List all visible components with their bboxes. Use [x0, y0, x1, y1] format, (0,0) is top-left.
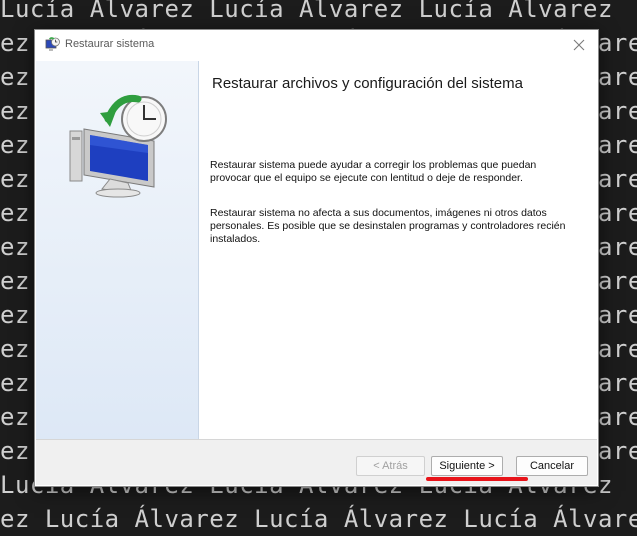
- system-restore-dialog: Restaurar sistema Restaurar archivos y c…: [34, 29, 599, 487]
- system-restore-icon: [45, 37, 60, 51]
- back-button[interactable]: < Atrás: [356, 456, 425, 476]
- description-paragraph-2: Restaurar sistema no afecta a sus docume…: [210, 207, 566, 245]
- cancel-button[interactable]: Cancelar: [516, 456, 588, 476]
- background-text-line: ez Lucía Álvarez Lucía Álvarez Lucía Álv…: [0, 505, 637, 533]
- content-area: Restaurar archivos y configuración del s…: [200, 61, 597, 441]
- next-button[interactable]: Siguiente >: [431, 456, 503, 476]
- close-icon: [573, 39, 585, 51]
- close-button[interactable]: [568, 34, 590, 56]
- red-underline-annotation: [426, 477, 528, 481]
- page-heading: Restaurar archivos y configuración del s…: [212, 75, 523, 92]
- description-paragraph-1: Restaurar sistema puede ayudar a corregi…: [210, 159, 537, 184]
- side-panel: [36, 61, 199, 441]
- background-text-line: Lucía Álvarez Lucía Álvarez Lucía Álvare…: [0, 0, 613, 23]
- window-title: Restaurar sistema: [65, 38, 155, 50]
- title-bar: Restaurar sistema: [35, 30, 598, 61]
- system-restore-hero-icon: [69, 94, 167, 198]
